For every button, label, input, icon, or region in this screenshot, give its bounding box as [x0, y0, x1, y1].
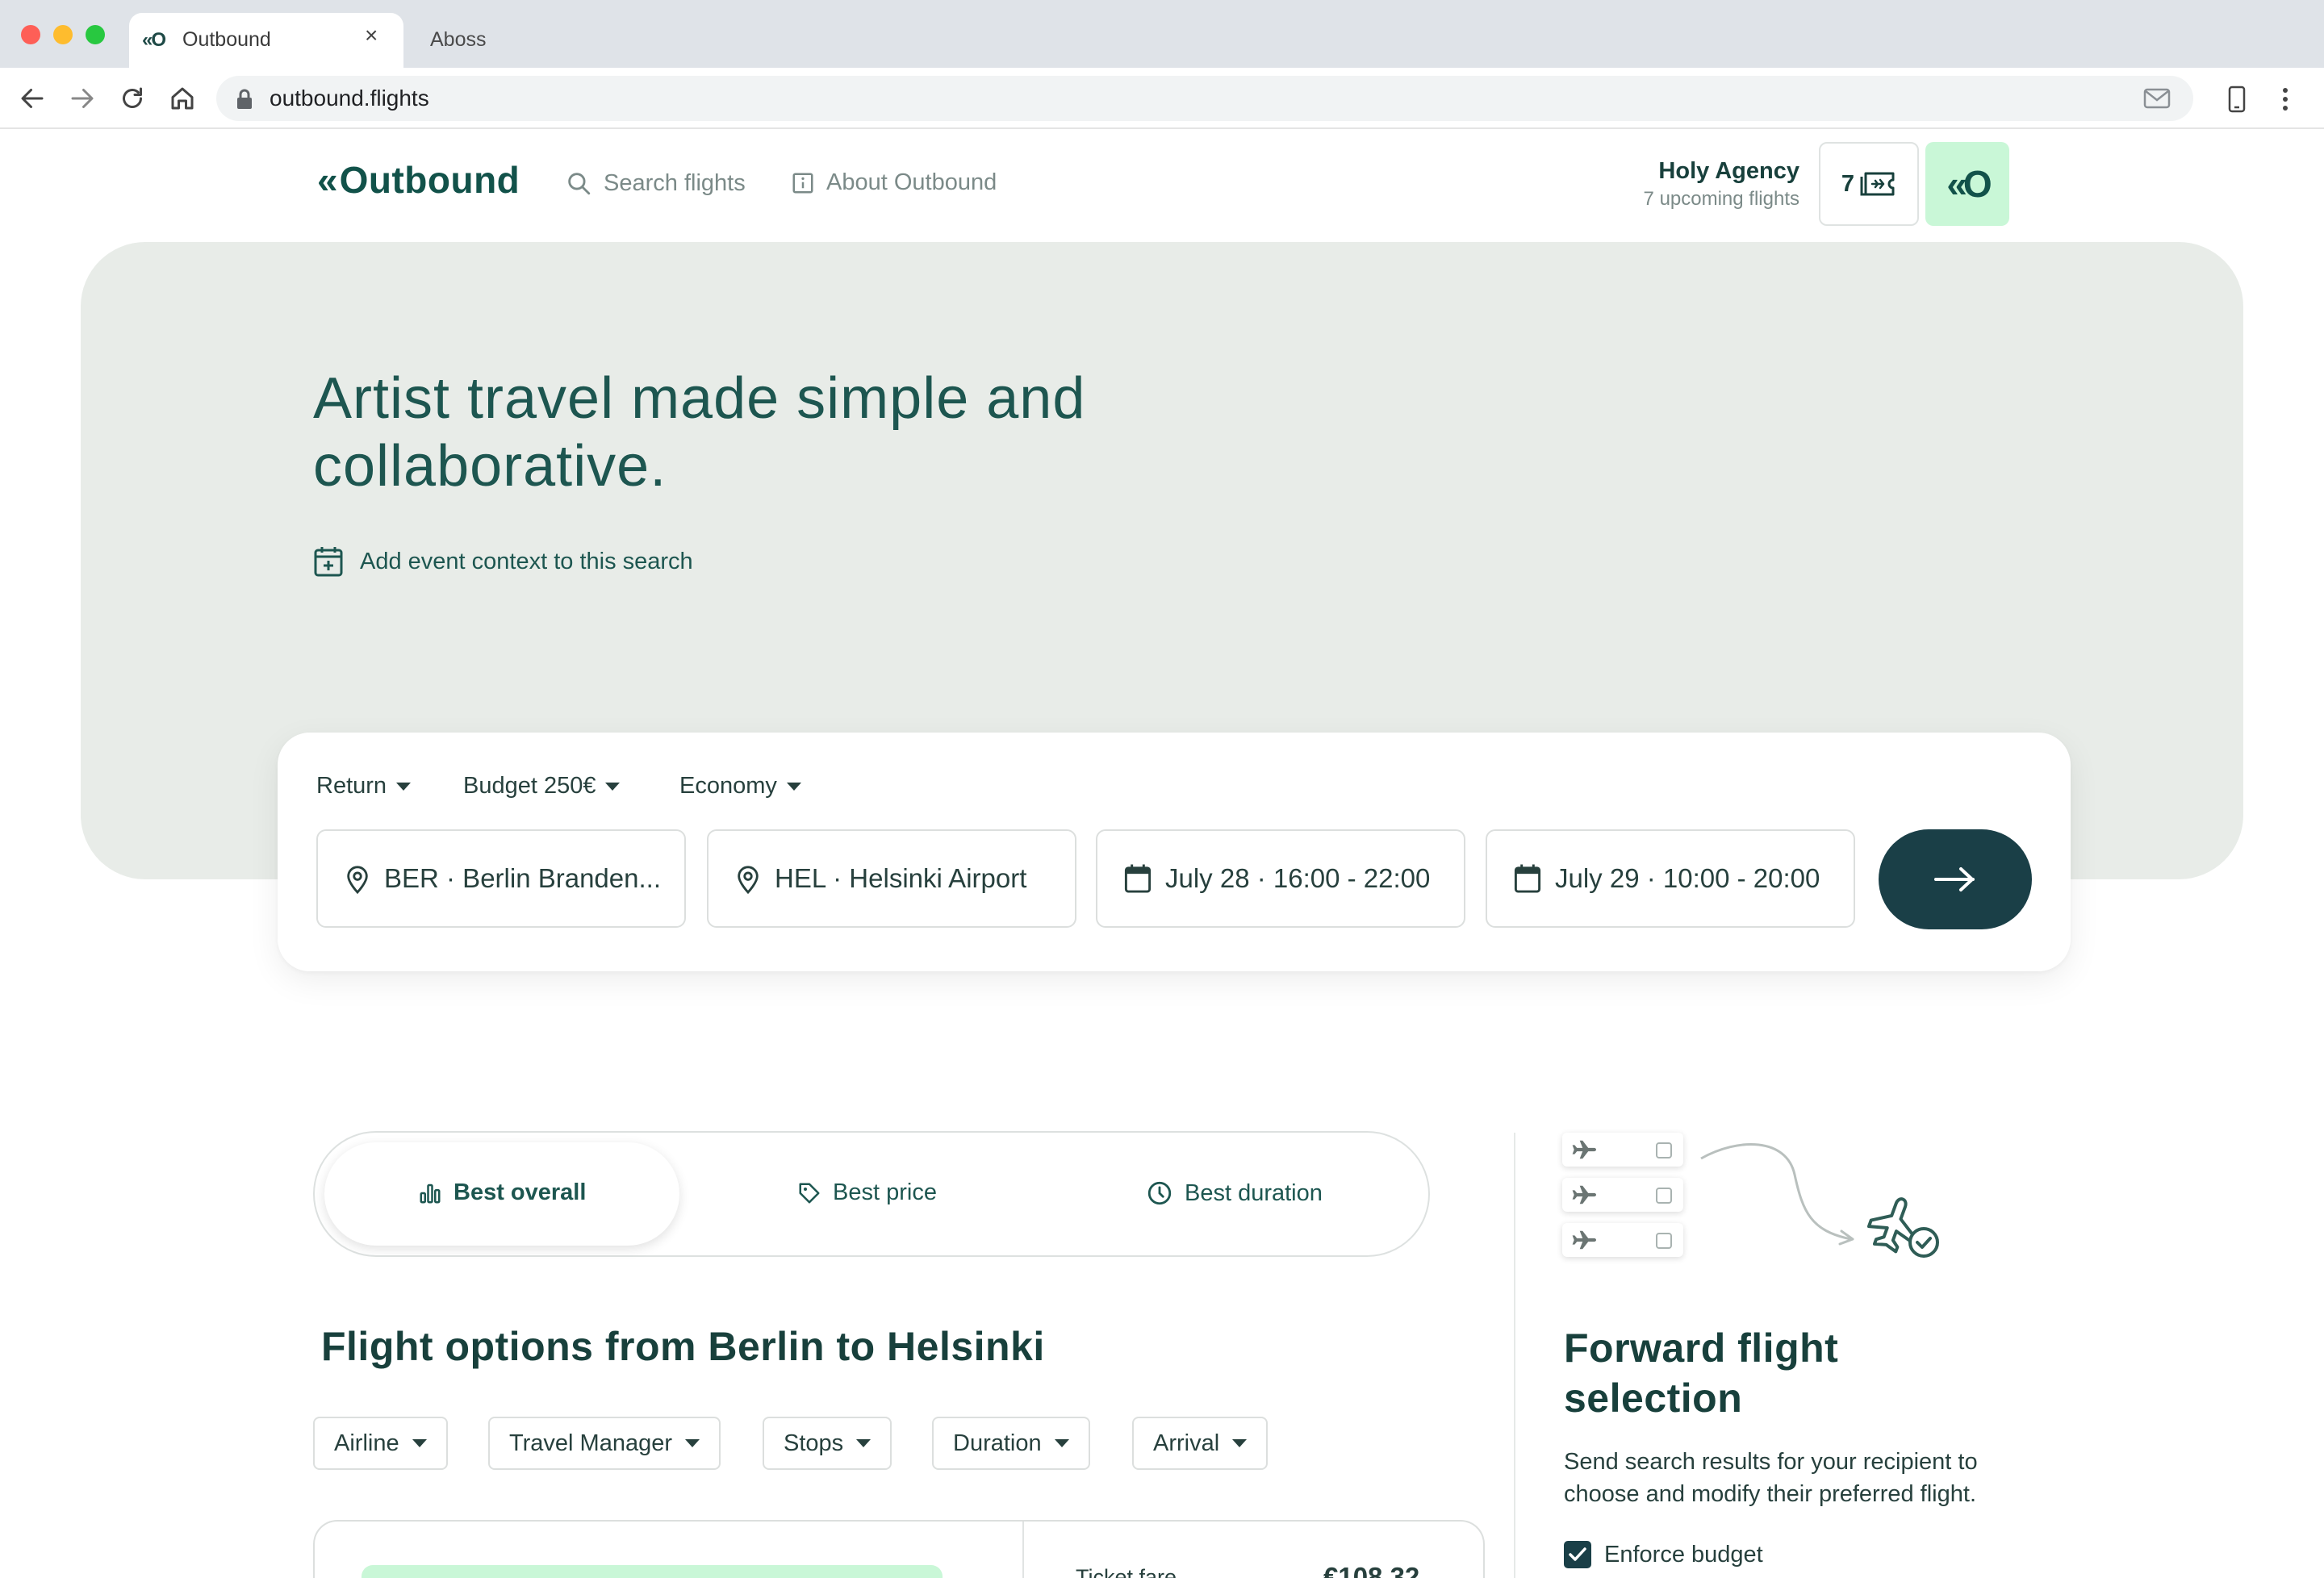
back-icon[interactable] — [18, 84, 47, 113]
caret-down-icon — [396, 782, 412, 791]
tab-best-overall[interactable]: Best overall — [418, 1179, 586, 1206]
mail-icon[interactable] — [2143, 87, 2171, 110]
clock-icon — [1147, 1181, 1172, 1205]
caret-down-icon — [856, 1439, 872, 1447]
forward-selection-description: Send search results for your recipient t… — [1564, 1449, 1978, 1507]
plane-icon — [1572, 1230, 1596, 1250]
destination-field[interactable]: HEL · Helsinki Airport — [707, 829, 1076, 928]
upcoming-flights-button[interactable]: 7 — [1819, 142, 1919, 226]
info-icon — [792, 173, 813, 193]
caret-down-icon — [605, 782, 621, 791]
illustration-flight-row — [1562, 1223, 1683, 1257]
plane-check-icon — [1866, 1197, 1939, 1258]
lock-icon — [237, 89, 252, 109]
forward-icon[interactable] — [68, 84, 97, 113]
avatar[interactable]: «O — [1925, 142, 2009, 226]
browser-tab-bar: «O Outbound × Aboss — [0, 0, 2324, 68]
menu-icon[interactable] — [2280, 86, 2290, 113]
search-submit-button[interactable] — [1879, 829, 2032, 929]
caret-down-icon — [786, 782, 801, 791]
agency-name: Holy Agency — [1658, 158, 1799, 184]
caret-down-icon — [685, 1439, 700, 1447]
checkbox-checked-icon[interactable] — [1564, 1541, 1591, 1568]
upcoming-flights-count: 7 — [1841, 170, 1855, 197]
ticket-fare-value: €108.32 — [1323, 1562, 1420, 1578]
tab-best-price[interactable]: Best price — [797, 1179, 937, 1206]
location-pin-icon — [738, 866, 759, 895]
search-icon — [568, 173, 591, 195]
home-icon[interactable] — [168, 84, 197, 113]
calendar-icon — [1124, 864, 1152, 893]
outbound-logo[interactable]: «Outbound — [317, 158, 520, 202]
caret-down-icon — [1054, 1439, 1069, 1447]
origin-field[interactable]: BER · Berlin Branden... — [316, 829, 686, 928]
departure-date-field[interactable]: July 28 · 16:00 - 22:00 — [1096, 829, 1465, 928]
location-pin-icon — [347, 866, 368, 895]
outbound-favicon-icon: «O — [142, 29, 166, 51]
checkbox-empty-icon — [1656, 1233, 1672, 1249]
result-highlight-badge — [362, 1565, 943, 1578]
hero-title: Artist travel made simple and collaborat… — [313, 366, 1086, 499]
checkbox-empty-icon — [1656, 1188, 1672, 1204]
nav-about-outbound[interactable]: About Outbound — [791, 169, 997, 196]
window-zoom-button[interactable] — [86, 25, 105, 44]
return-date-field[interactable]: July 29 · 10:00 - 20:00 — [1486, 829, 1855, 928]
reload-icon[interactable] — [118, 84, 147, 113]
result-card-divider — [1022, 1522, 1024, 1578]
tab-aboss[interactable]: Aboss — [430, 28, 486, 52]
filter-travel-manager[interactable]: Travel Manager — [488, 1417, 721, 1470]
add-event-context-link[interactable]: Add event context to this search — [313, 545, 693, 578]
trip-type-select[interactable]: Return — [316, 773, 412, 799]
device-icon[interactable] — [2227, 86, 2247, 113]
plane-icon — [1572, 1140, 1596, 1159]
calendar-icon — [1514, 864, 1541, 893]
curved-arrow-icon — [1700, 1143, 1854, 1246]
nav-search-flights[interactable]: Search flights — [565, 169, 746, 197]
illustration-flight-row — [1562, 1133, 1683, 1167]
ticket-fare-label: Ticket fare — [1076, 1565, 1177, 1578]
caret-down-icon — [412, 1439, 427, 1447]
agency-info: Holy Agency 7 upcoming flights — [1644, 158, 1799, 211]
price-tag-icon — [799, 1183, 820, 1203]
ticket-icon — [1860, 172, 1895, 196]
filter-airline[interactable]: Airline — [313, 1417, 448, 1470]
enforce-budget-checkbox[interactable]: Enforce budget — [1564, 1541, 1763, 1568]
caret-down-icon — [1232, 1439, 1248, 1447]
budget-select[interactable]: Budget 250€ — [463, 773, 621, 799]
section-divider — [1514, 1133, 1515, 1578]
arrow-right-icon — [1934, 867, 1975, 891]
agency-upcoming-flights: 7 upcoming flights — [1643, 188, 1799, 210]
filter-duration[interactable]: Duration — [932, 1417, 1090, 1470]
tab-best-duration[interactable]: Best duration — [1146, 1179, 1323, 1207]
checkbox-empty-icon — [1656, 1142, 1672, 1158]
illustration-flight-row — [1562, 1178, 1683, 1212]
plane-icon — [1572, 1185, 1596, 1204]
results-title: Flight options from Berlin to Helsinki — [321, 1324, 1045, 1369]
window-close-button[interactable] — [21, 25, 40, 44]
cabin-class-select[interactable]: Economy — [679, 773, 801, 799]
forward-selection-title: Forward flight selection — [1564, 1325, 1839, 1421]
url-text[interactable]: outbound.flights — [270, 86, 429, 111]
tab-close-icon[interactable]: × — [365, 24, 378, 47]
address-bar[interactable] — [216, 76, 2193, 121]
calendar-add-icon — [314, 547, 343, 577]
bar-chart-icon — [420, 1184, 441, 1203]
tab-outbound-label[interactable]: Outbound — [182, 28, 271, 52]
filter-stops[interactable]: Stops — [763, 1417, 892, 1470]
filter-arrival[interactable]: Arrival — [1132, 1417, 1269, 1470]
window-minimize-button[interactable] — [53, 25, 73, 44]
